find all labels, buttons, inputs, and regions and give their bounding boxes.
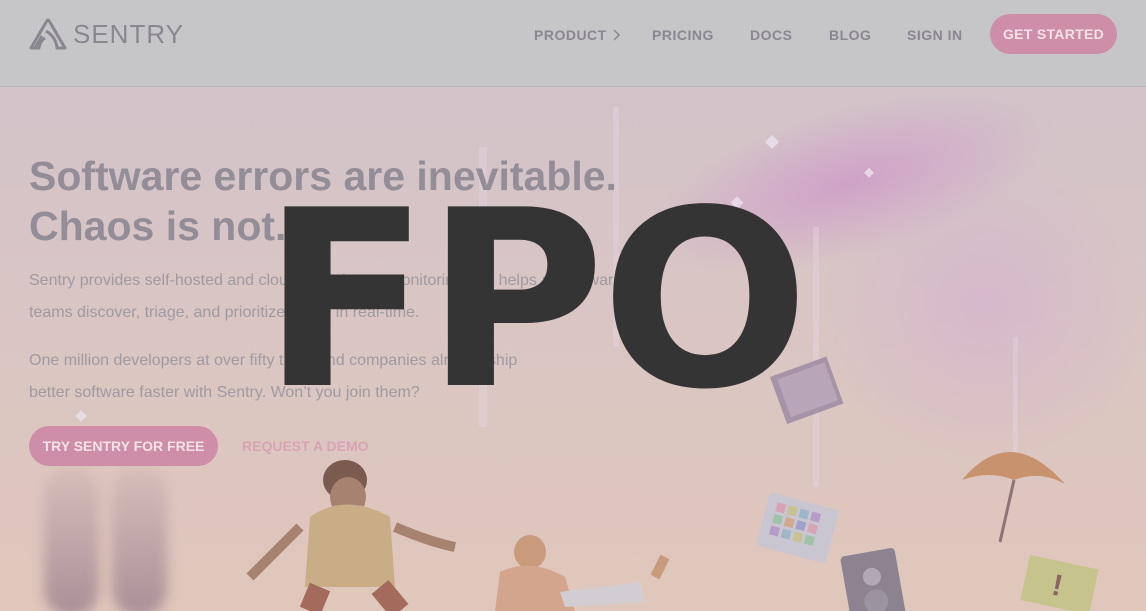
logo-text: SENTRY: [73, 18, 184, 49]
nav-pricing-label: PRICING: [652, 27, 714, 43]
logo[interactable]: SENTRY: [29, 17, 184, 51]
nav-blog[interactable]: BLOG: [829, 0, 871, 70]
site-header: SENTRY PRODUCT PRICING DOCS BLOG SIGN IN…: [0, 0, 1146, 87]
try-sentry-button[interactable]: TRY SENTRY FOR FREE: [29, 426, 218, 466]
nav-blog-label: BLOG: [829, 27, 872, 43]
nav-pricing[interactable]: PRICING: [652, 0, 714, 70]
nav-sign-in[interactable]: SIGN IN: [907, 0, 963, 70]
nav-docs[interactable]: DOCS: [750, 0, 792, 70]
nav-sign-in-label: SIGN IN: [907, 27, 963, 43]
chevron-right-icon: [613, 29, 620, 41]
fpo-placeholder-overlay: FPO: [262, 158, 809, 443]
nav-product[interactable]: PRODUCT: [534, 0, 622, 70]
sentry-logo-icon: [29, 18, 67, 50]
get-started-button[interactable]: GET STARTED: [990, 14, 1117, 54]
nav-product-label: PRODUCT: [534, 27, 607, 43]
nav-docs-label: DOCS: [750, 27, 793, 43]
